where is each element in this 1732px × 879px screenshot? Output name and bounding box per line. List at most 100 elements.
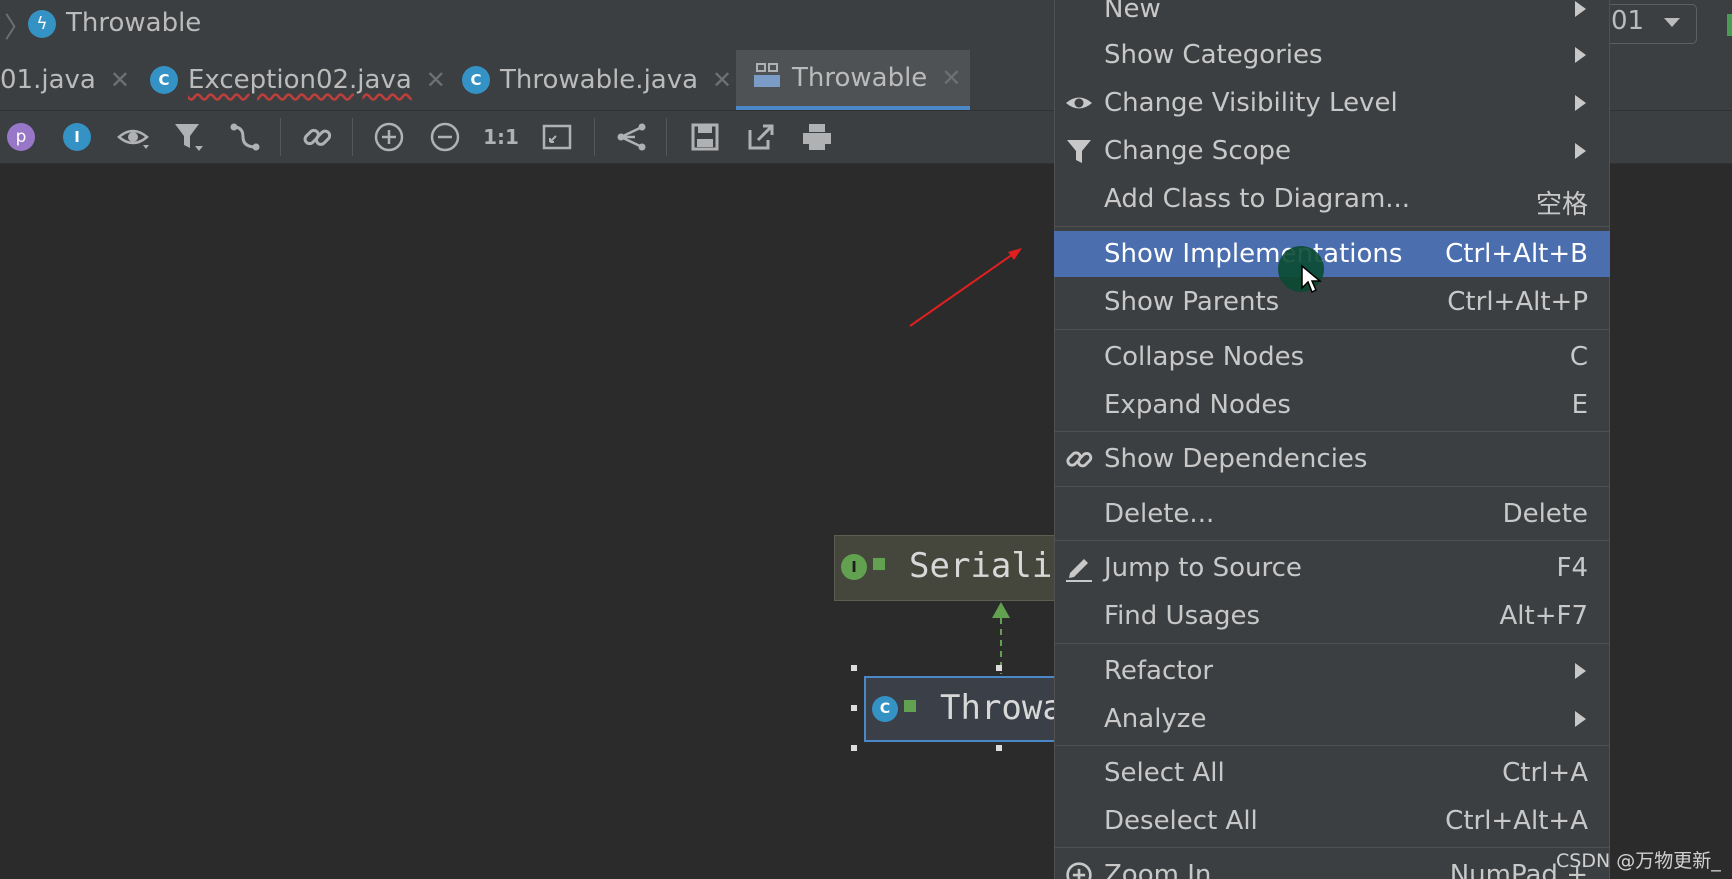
resize-handle[interactable] (851, 745, 857, 751)
tab-label[interactable]: Exception02.java (188, 65, 412, 95)
menu-item-jump-to-source[interactable]: Jump to Source F4 (1054, 545, 1610, 591)
show-properties-button[interactable]: p (4, 120, 38, 154)
close-icon[interactable]: ✕ (712, 66, 732, 94)
public-icon (904, 700, 916, 712)
menu-divider (1054, 329, 1610, 330)
export-button[interactable] (744, 120, 778, 154)
submenu-arrow-icon (1575, 95, 1586, 111)
menu-item-new[interactable]: New (1054, 0, 1610, 32)
resize-handle[interactable] (851, 665, 857, 671)
toolbar-divider (352, 118, 353, 156)
show-inner-classes-button[interactable]: I (60, 120, 94, 154)
submenu-arrow-icon (1575, 1, 1586, 17)
class-icon: C (872, 696, 898, 722)
public-icon (873, 558, 885, 570)
menu-item-label: Add Class to Diagram... (1104, 184, 1411, 214)
menu-item-select-all[interactable]: Select All Ctrl+A (1054, 750, 1610, 796)
zoom-out-icon (430, 122, 460, 152)
submenu-arrow-icon (1575, 711, 1586, 727)
menu-item-expand-nodes[interactable]: Expand Nodes E (1054, 382, 1610, 428)
node-label: Seriali (909, 546, 1053, 586)
chevron-down-icon[interactable] (1664, 18, 1680, 27)
menu-item-add-class-to-diagram[interactable]: Add Class to Diagram... 空格 (1054, 176, 1610, 222)
tab-throwable-java[interactable]: C Throwable.java ✕ (462, 50, 732, 110)
menu-item-label: Show Parents (1104, 287, 1280, 317)
breadcrumb-title[interactable]: Throwable (66, 8, 201, 38)
tab-label[interactable]: Throwable (792, 63, 927, 93)
menu-item-refactor[interactable]: Refactor (1054, 648, 1610, 694)
resize-handle[interactable] (996, 665, 1002, 671)
fit-content-button[interactable] (540, 120, 574, 154)
tree-layout-icon (617, 123, 646, 151)
layout-button[interactable] (614, 120, 648, 154)
run-icon[interactable] (1727, 14, 1732, 36)
zoom-in-icon (374, 122, 404, 152)
visibility-button[interactable] (116, 120, 150, 154)
menu-item-zoom-in[interactable]: Zoom In NumPad + (1054, 852, 1610, 879)
menu-item-analyze[interactable]: Analyze (1054, 696, 1610, 742)
print-button[interactable] (800, 120, 834, 154)
interface-icon: I (841, 554, 867, 580)
diagram-node-serializable[interactable]: I Seriali (834, 535, 1074, 601)
menu-item-label: Deselect All (1104, 806, 1258, 836)
menu-divider (1054, 431, 1610, 432)
menu-item-label: New (1104, 0, 1161, 24)
link-icon (1064, 444, 1094, 474)
diagram-node-throwable[interactable]: C Throwa (864, 676, 1074, 742)
menu-item-deselect-all[interactable]: Deselect All Ctrl+Alt+A (1054, 798, 1610, 844)
menu-item-label: Zoom In (1104, 860, 1212, 879)
close-icon[interactable]: ✕ (110, 66, 130, 94)
pencil-icon (1064, 553, 1094, 583)
toolbar-divider (666, 118, 667, 156)
class-icon: C (150, 66, 178, 94)
menu-item-change-visibility-level[interactable]: Change Visibility Level (1054, 80, 1610, 126)
edge-routing-button[interactable] (228, 120, 262, 154)
close-icon[interactable]: ✕ (426, 66, 446, 94)
menu-item-shortcut: 空格 (1535, 190, 1588, 220)
actual-size-button[interactable]: 1:1 (483, 120, 519, 154)
menu-item-shortcut: Delete (1502, 499, 1588, 529)
zoom-in-icon (1064, 860, 1094, 879)
tab-throwable-diagram[interactable]: Throwable ✕ (736, 50, 970, 110)
zoom-out-button[interactable] (428, 120, 462, 154)
run-config-label[interactable]: 01 (1611, 6, 1644, 36)
menu-item-label: Expand Nodes (1104, 390, 1291, 420)
show-dependencies-toolbar-button[interactable] (300, 120, 334, 154)
tab-exception02-java[interactable]: C Exception02.java ✕ (150, 50, 446, 110)
menu-item-label: Show Categories (1104, 40, 1323, 70)
menu-item-label: Show Implementations (1104, 239, 1403, 269)
eye-icon (117, 129, 149, 149)
close-icon[interactable]: ✕ (941, 64, 961, 92)
menu-item-label: Find Usages (1104, 601, 1261, 631)
toolbar-divider (280, 118, 281, 156)
scope-filter-button[interactable] (172, 120, 206, 154)
menu-divider (1054, 540, 1610, 541)
menu-item-change-scope[interactable]: Change Scope (1054, 128, 1610, 174)
inner-class-icon: I (63, 123, 91, 151)
filter-icon (1064, 136, 1094, 166)
save-button[interactable] (688, 120, 722, 154)
resize-handle[interactable] (851, 705, 857, 711)
menu-item-label: Jump to Source (1104, 553, 1302, 583)
resize-handle[interactable] (996, 745, 1002, 751)
menu-item-collapse-nodes[interactable]: Collapse Nodes C (1054, 334, 1610, 380)
menu-item-delete[interactable]: Delete... Delete (1054, 491, 1610, 537)
node-label: Throwa (940, 688, 1063, 728)
menu-item-shortcut: Alt+F7 (1499, 601, 1589, 631)
menu-item-find-usages[interactable]: Find Usages Alt+F7 (1054, 593, 1610, 639)
menu-item-show-parents[interactable]: Show Parents Ctrl+Alt+P (1054, 279, 1610, 325)
mouse-pointer-icon (1301, 264, 1322, 294)
filter-icon (175, 124, 203, 151)
menu-item-shortcut: C (1569, 342, 1588, 372)
tab-01-java[interactable]: 01.java ✕ (0, 50, 130, 110)
menu-item-show-categories[interactable]: Show Categories (1054, 32, 1610, 78)
tab-label[interactable]: 01.java (0, 65, 96, 95)
tab-label[interactable]: Throwable.java (500, 65, 698, 95)
menu-item-shortcut: Ctrl+Alt+P (1447, 287, 1588, 317)
menu-item-label: Select All (1104, 758, 1225, 788)
save-icon (691, 123, 719, 151)
menu-item-show-dependencies[interactable]: Show Dependencies (1054, 436, 1610, 482)
zoom-in-button[interactable] (372, 120, 406, 154)
fit-content-icon (542, 124, 572, 150)
menu-item-show-implementations[interactable]: Show Implementations Ctrl+Alt+B (1054, 231, 1610, 277)
